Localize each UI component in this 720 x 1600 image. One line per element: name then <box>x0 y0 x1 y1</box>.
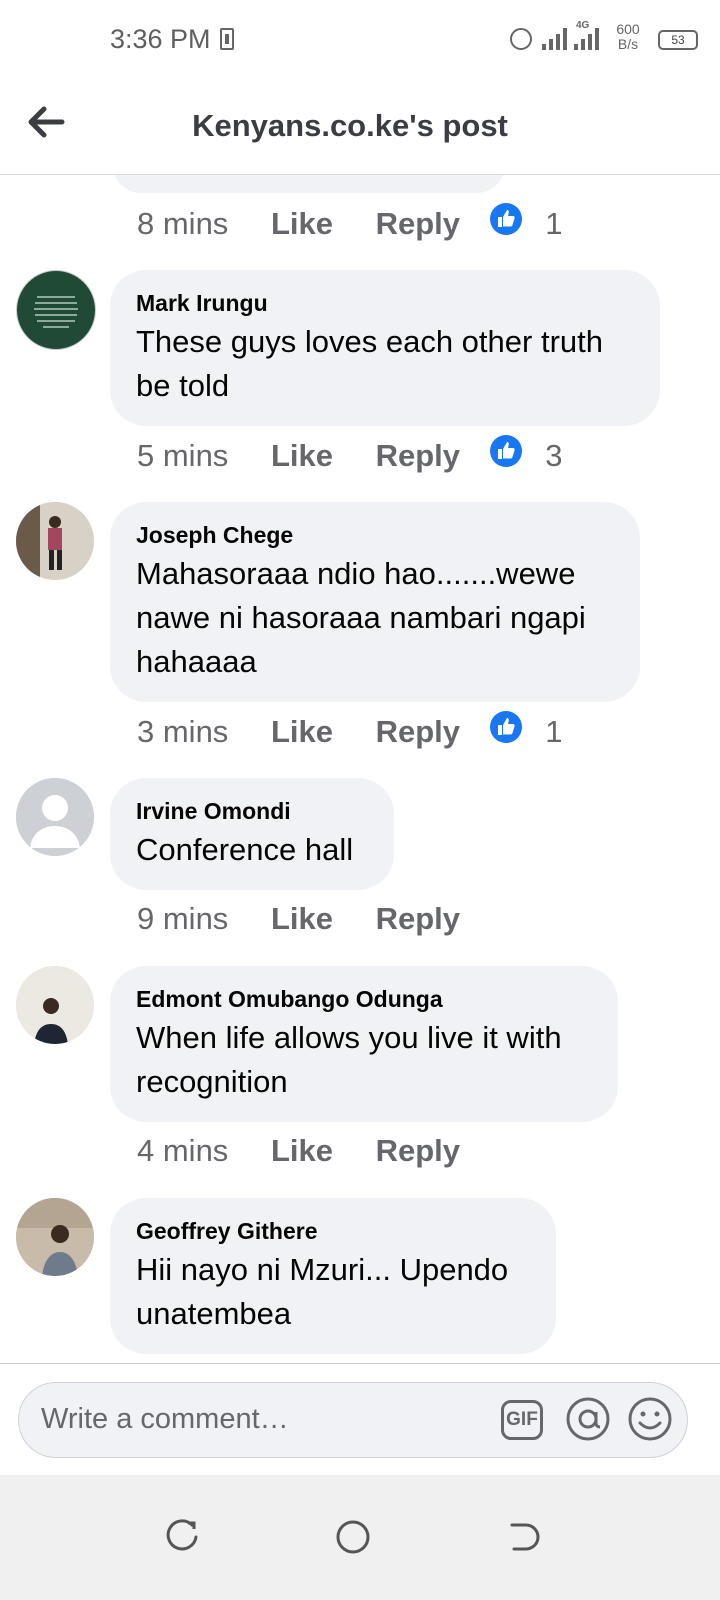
comment-composer: Write a comment… GIF <box>0 1363 720 1476</box>
comment-list[interactable]: 8 mins Like Reply 1 Mark Irungu These gu… <box>0 175 720 1365</box>
avatar[interactable] <box>16 270 96 350</box>
recent-apps-button[interactable] <box>162 1517 202 1557</box>
mention-icon[interactable] <box>565 1396 611 1442</box>
comment-time: 4 mins <box>137 1133 229 1168</box>
emoji-icon[interactable] <box>627 1396 673 1442</box>
reply-button[interactable]: Reply <box>376 901 460 936</box>
comment-time: 9 mins <box>137 901 229 936</box>
like-button[interactable]: Like <box>271 1133 333 1168</box>
like-reaction-icon <box>489 434 523 476</box>
home-button[interactable] <box>333 1517 373 1557</box>
back-nav-icon <box>510 1523 540 1551</box>
signal-icon <box>542 26 570 50</box>
comment-meta: 5 mins Like Reply 3 <box>137 434 563 477</box>
comment-bubble[interactable]: Edmont Omubango Odunga When life allows … <box>110 966 618 1122</box>
reply-button[interactable]: Reply <box>376 1133 460 1168</box>
comment-text: Mahasoraaa ndio hao.......wewe nawe ni h… <box>136 556 586 679</box>
network-speed-value: 600 <box>616 21 640 37</box>
comment-text: Conference hall <box>136 832 354 867</box>
gif-button[interactable]: GIF <box>501 1400 543 1440</box>
comment-time: 8 mins <box>137 206 229 242</box>
comment-meta: 3 mins Like Reply 1 <box>137 710 563 753</box>
comment-text: These guys loves each other truth be tol… <box>136 324 603 403</box>
comment-meta: 4 mins Like Reply <box>137 1133 460 1173</box>
comment-bubble[interactable]: Geoffrey Githere Hii nayo ni Mzuri... Up… <box>110 1198 556 1354</box>
reply-button[interactable]: Reply <box>376 206 460 241</box>
network-type: 4G <box>576 20 590 31</box>
recent-apps-icon <box>166 1519 198 1551</box>
comment-meta: 8 mins Like Reply 1 <box>137 202 563 245</box>
commenter-name[interactable]: Mark Irungu <box>136 288 634 318</box>
post-header: Kenyans.co.ke's post <box>0 80 720 175</box>
avatar-placeholder-icon[interactable] <box>16 778 94 856</box>
like-reaction-icon <box>489 202 523 244</box>
like-button[interactable]: Like <box>271 901 333 936</box>
status-time: 3:36 PM <box>110 24 211 54</box>
comment-text: Hii nayo ni Mzuri... Upendo unatembea <box>136 1252 509 1331</box>
previous-comment-bubble <box>113 175 505 193</box>
comment-meta: 9 mins Like Reply <box>137 901 460 941</box>
status-icons: 4G 600 B/s 53 <box>490 20 720 60</box>
commenter-name[interactable]: Geoffrey Githere <box>136 1216 530 1246</box>
comment-placeholder: Write a comment… <box>41 1403 289 1435</box>
like-button[interactable]: Like <box>271 438 333 473</box>
reaction-count: 3 <box>545 438 563 474</box>
signal-4g-icon: 4G <box>574 20 602 50</box>
reply-button[interactable]: Reply <box>376 714 460 749</box>
commenter-name[interactable]: Irvine Omondi <box>136 796 368 826</box>
battery-saver-icon <box>220 28 234 50</box>
home-icon <box>336 1520 370 1554</box>
page-title: Kenyans.co.ke's post <box>192 108 508 143</box>
like-reaction-icon <box>489 710 523 752</box>
comment-time: 3 mins <box>137 714 229 750</box>
reply-button[interactable]: Reply <box>376 438 460 473</box>
like-button[interactable]: Like <box>271 206 333 241</box>
back-nav-button[interactable] <box>504 1517 544 1557</box>
battery-icon: 53 <box>658 30 698 50</box>
network-speed-unit: B/s <box>617 36 639 52</box>
comment-input[interactable]: Write a comment… GIF <box>18 1382 688 1458</box>
like-button[interactable]: Like <box>271 714 333 749</box>
comment-time: 5 mins <box>137 438 229 474</box>
avatar[interactable] <box>16 966 94 1044</box>
alarm-icon <box>510 28 532 50</box>
reaction-count: 1 <box>545 714 563 750</box>
comment-bubble[interactable]: Joseph Chege Mahasoraaa ndio hao.......w… <box>110 502 640 702</box>
commenter-name[interactable]: Edmont Omubango Odunga <box>136 984 592 1014</box>
comment-bubble[interactable]: Mark Irungu These guys loves each other … <box>110 270 660 426</box>
comment-bubble[interactable]: Irvine Omondi Conference hall <box>110 778 394 890</box>
commenter-name[interactable]: Joseph Chege <box>136 520 614 550</box>
comment-text: When life allows you live it with recogn… <box>136 1020 562 1099</box>
network-speed: 600 B/s <box>608 22 648 52</box>
avatar[interactable] <box>16 502 94 580</box>
avatar[interactable] <box>16 1198 94 1276</box>
status-bar: 3:36 PM 4G 600 B/s 53 <box>0 0 720 80</box>
reaction-count: 1 <box>545 206 563 242</box>
system-nav-bar <box>0 1475 720 1600</box>
